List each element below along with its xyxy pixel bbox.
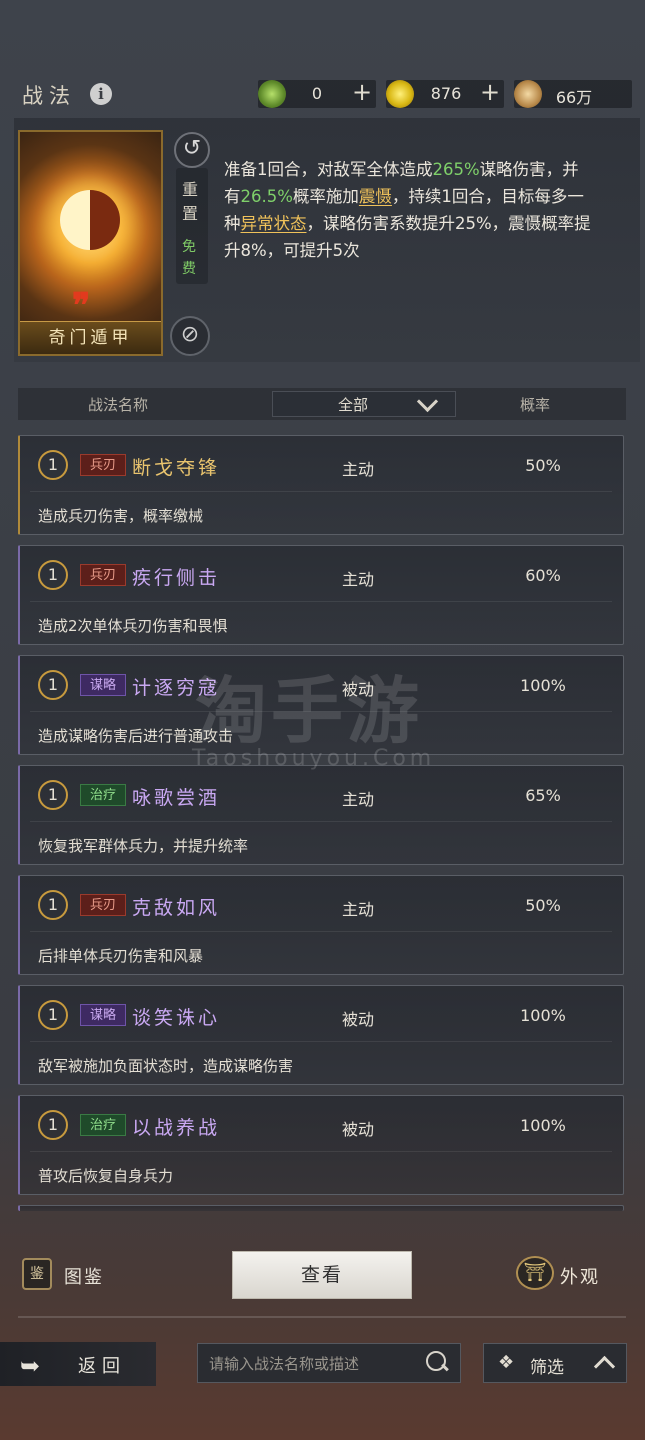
skill-name: 断戈夺锋 bbox=[132, 457, 221, 479]
info-icon[interactable]: i bbox=[90, 83, 112, 105]
quality-mark-icon: ❞ bbox=[72, 286, 91, 326]
add-jade-button[interactable]: + bbox=[352, 78, 372, 106]
filter-icon[interactable]: ❖ bbox=[498, 1352, 514, 1373]
skill-type: 主动 bbox=[342, 900, 375, 919]
jade-icon bbox=[258, 80, 286, 108]
watermark-url: Taoshouyou.Com bbox=[192, 746, 436, 771]
skill-summary: 普攻后恢复自身兵力 bbox=[38, 1167, 174, 1185]
reset-label[interactable]: 重置 bbox=[182, 178, 202, 226]
skill-level-badge: 1 bbox=[38, 780, 68, 810]
skill-summary: 敌军被施加负面状态时，造成谋略伤害 bbox=[38, 1057, 294, 1075]
add-gold-button[interactable]: + bbox=[480, 78, 500, 106]
free-label: 免费 bbox=[182, 239, 196, 277]
skill-type: 主动 bbox=[342, 790, 375, 809]
back-label[interactable]: 返回 bbox=[78, 1352, 126, 1378]
row-divider bbox=[30, 821, 612, 822]
skill-tag: 兵刃 bbox=[80, 454, 126, 476]
gold-icon bbox=[386, 80, 414, 108]
skill-card[interactable]: ❞ 奇门遁甲 bbox=[18, 130, 163, 356]
back-arrow-icon[interactable]: ➥ bbox=[20, 1352, 40, 1380]
column-skill-name: 战法名称 bbox=[88, 396, 149, 414]
skill-rate: 100% bbox=[520, 1006, 566, 1025]
resource-coin-value: 66万 bbox=[555, 88, 593, 107]
skill-rate: 100% bbox=[520, 1116, 566, 1135]
appearance-button[interactable]: 外观 bbox=[560, 1263, 600, 1289]
swap-icon[interactable]: ⊘ bbox=[170, 316, 210, 356]
keyword-abnormal-status[interactable]: 异常状态 bbox=[241, 214, 307, 233]
skill-level-badge: 1 bbox=[38, 670, 68, 700]
list-item-partial bbox=[18, 1205, 624, 1211]
watermark-text: 淘手游 bbox=[195, 669, 424, 753]
filter-label[interactable]: 筛选 bbox=[530, 1353, 564, 1378]
skill-rate: 65% bbox=[525, 786, 561, 805]
codex-icon[interactable]: 鉴 bbox=[22, 1258, 52, 1290]
page-title: 战法 bbox=[22, 84, 76, 108]
skill-card-name: 奇门遁甲 bbox=[20, 321, 161, 354]
row-divider bbox=[30, 601, 612, 602]
skill-level-badge: 1 bbox=[38, 450, 68, 480]
reset-icon[interactable]: ↺ bbox=[174, 132, 210, 168]
view-button[interactable]: 查看 bbox=[232, 1251, 412, 1299]
skill-type: 主动 bbox=[342, 460, 375, 479]
skill-name: 以战养战 bbox=[132, 1117, 221, 1139]
row-divider bbox=[30, 931, 612, 932]
skill-tag: 谋略 bbox=[80, 674, 126, 696]
skill-level-badge: 1 bbox=[38, 1110, 68, 1140]
skill-tag: 谋略 bbox=[80, 1004, 126, 1026]
skill-rate: 60% bbox=[525, 566, 561, 585]
row-divider bbox=[30, 1041, 612, 1042]
skill-level-badge: 1 bbox=[38, 890, 68, 920]
skill-summary: 后排单体兵刃伤害和风暴 bbox=[38, 947, 204, 965]
resource-gold-value: 876 bbox=[430, 84, 462, 103]
skill-tag: 治疗 bbox=[80, 1114, 126, 1136]
footer-divider bbox=[18, 1316, 626, 1318]
skill-type: 主动 bbox=[342, 570, 375, 589]
skill-type: 被动 bbox=[342, 1010, 375, 1029]
skill-name: 克敌如风 bbox=[132, 897, 221, 919]
skill-rate: 50% bbox=[525, 456, 561, 475]
coin-icon bbox=[514, 80, 542, 108]
skill-tag: 兵刃 bbox=[80, 894, 126, 916]
taiji-emblem-icon bbox=[60, 190, 120, 250]
skill-type: 被动 bbox=[342, 1120, 375, 1139]
resource-jade-value: 0 bbox=[311, 84, 323, 103]
skill-rate: 100% bbox=[520, 676, 566, 695]
keyword-shock[interactable]: 震慑 bbox=[359, 187, 392, 206]
skill-description: 准备1回合，对敌军全体造成265%谋略伤害，并有26.5%概率施加震慑，持续1回… bbox=[224, 160, 591, 260]
skill-name: 谈笑诛心 bbox=[132, 1007, 221, 1029]
skill-tag: 治疗 bbox=[80, 784, 126, 806]
skill-name: 咏歌尝酒 bbox=[132, 787, 221, 809]
row-divider bbox=[30, 1151, 612, 1152]
codex-button[interactable]: 图鉴 bbox=[64, 1263, 104, 1289]
skill-summary: 造成2次单体兵刃伤害和畏惧 bbox=[38, 617, 228, 635]
skill-summary: 恢复我军群体兵力，并提升统率 bbox=[38, 837, 249, 855]
skill-level-badge: 1 bbox=[38, 560, 68, 590]
skill-level-badge: 1 bbox=[38, 1000, 68, 1030]
skill-rate: 50% bbox=[525, 896, 561, 915]
search-placeholder[interactable]: 请输入战法名称或描述 bbox=[209, 1353, 359, 1374]
skill-tag: 兵刃 bbox=[80, 564, 126, 586]
row-divider bbox=[30, 491, 612, 492]
skill-name: 疾行侧击 bbox=[132, 567, 221, 589]
appearance-icon[interactable]: ⛩ bbox=[516, 1256, 554, 1290]
column-rate: 概率 bbox=[520, 396, 551, 414]
type-filter-value[interactable]: 全部 bbox=[338, 394, 368, 415]
skill-summary: 造成兵刃伤害，概率缴械 bbox=[38, 507, 204, 525]
